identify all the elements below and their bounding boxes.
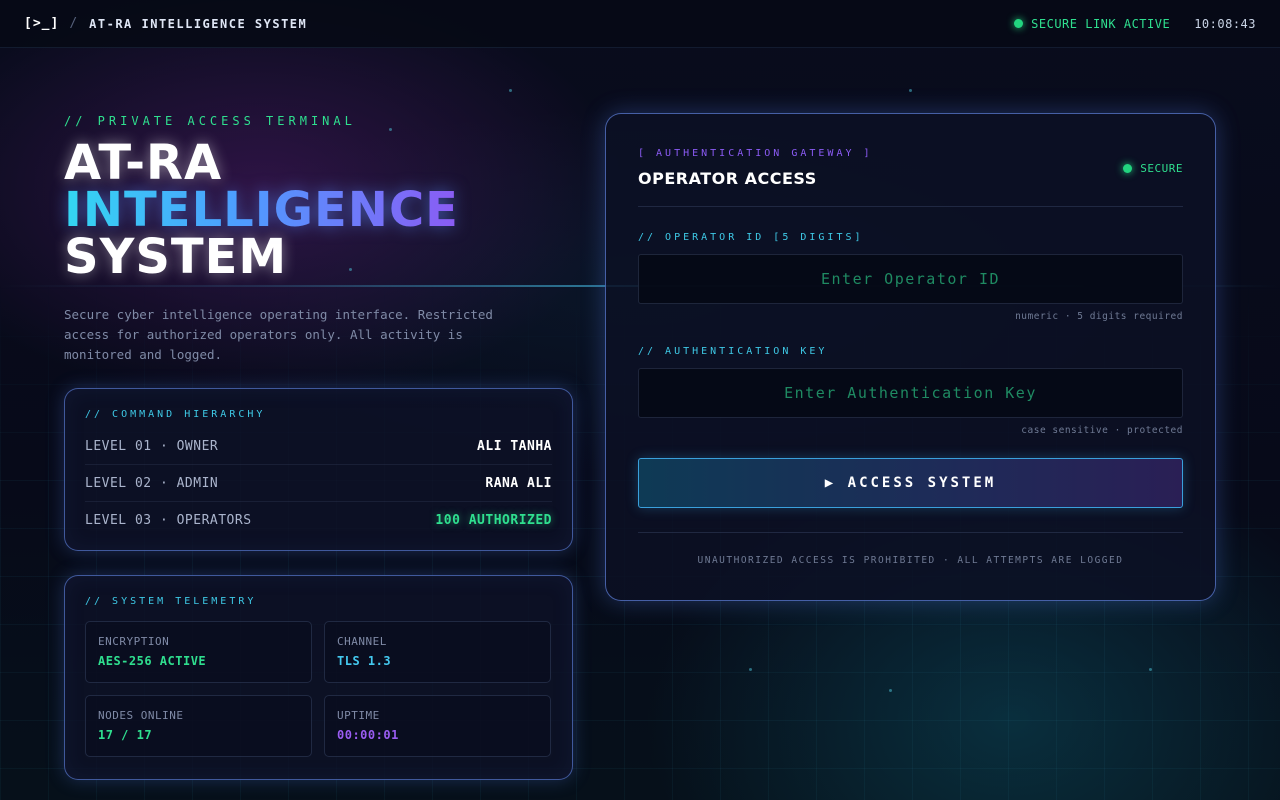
hierarchy-row: LEVEL 03 · OPERATORS 100 AUTHORIZED	[85, 502, 552, 539]
auth-footer-warning: UNAUTHORIZED ACCESS IS PROHIBITED · ALL …	[697, 555, 1124, 566]
auth-secure-label: SECURE	[1140, 162, 1183, 175]
panel-title: // COMMAND HIERARCHY	[85, 409, 266, 420]
hero-description: Secure cyber intelligence operating inte…	[64, 307, 493, 362]
hero-title-line-2: INTELLIGENCE	[64, 182, 459, 238]
telemetry-value: 00:00:01	[337, 728, 399, 742]
star-dot	[509, 89, 512, 92]
telemetry-tile: UPTIME 00:00:01	[324, 695, 551, 757]
star-dot	[749, 668, 752, 671]
auth-kicker: [ AUTHENTICATION GATEWAY ]	[638, 148, 873, 159]
hierarchy-level: LEVEL 02 · ADMIN	[85, 475, 219, 491]
star-dot	[889, 689, 892, 692]
telemetry-tile: ENCRYPTION AES-256 ACTIVE	[85, 621, 312, 683]
hierarchy-list: LEVEL 01 · OWNER ALI TANHA LEVEL 02 · AD…	[85, 428, 552, 539]
operator-id-hint: numeric · 5 digits required	[1015, 311, 1183, 322]
telemetry-value: TLS 1.3	[337, 654, 392, 668]
telemetry-tile: CHANNEL TLS 1.3	[324, 621, 551, 683]
system-clock: 10:08:43	[1194, 16, 1256, 31]
divider	[638, 206, 1183, 207]
app-title: AT-RA INTELLIGENCE SYSTEM	[89, 16, 308, 31]
hero-title: AT-RA INTELLIGENCE SYSTEM	[64, 135, 459, 285]
status-dot-icon	[1123, 164, 1133, 173]
terminal-logo-icon: [>_]	[24, 16, 60, 31]
auth-key-hint: case sensitive · protected	[1021, 425, 1183, 436]
hero-title-line-1: AT-RA	[64, 135, 223, 191]
hierarchy-value: RANA ALI	[485, 475, 552, 491]
telemetry-label: UPTIME	[337, 709, 380, 722]
system-telemetry-panel: // SYSTEM TELEMETRY ENCRYPTION AES-256 A…	[64, 575, 573, 780]
telemetry-label: CHANNEL	[337, 635, 387, 648]
command-hierarchy-panel: // COMMAND HIERARCHY LEVEL 01 · OWNER AL…	[64, 388, 573, 551]
telemetry-value: AES-256 ACTIVE	[98, 654, 207, 668]
hierarchy-value: ALI TANHA	[477, 438, 552, 454]
star-dot	[909, 89, 912, 92]
star-dot	[389, 128, 392, 131]
hero-kicker: // PRIVATE ACCESS TERMINAL	[64, 114, 356, 128]
telemetry-grid: ENCRYPTION AES-256 ACTIVE CHANNEL TLS 1.…	[85, 621, 552, 757]
telemetry-tile: NODES ONLINE 17 / 17	[85, 695, 312, 757]
operator-id-label: // OPERATOR ID [5 DIGITS]	[638, 232, 864, 243]
hero-title-line-3: SYSTEM	[64, 229, 288, 285]
star-dot	[1149, 668, 1152, 671]
telemetry-label: NODES ONLINE	[98, 709, 184, 722]
hierarchy-level: LEVEL 03 · OPERATORS	[85, 513, 252, 528]
telemetry-value: 17 / 17	[98, 728, 153, 742]
auth-key-label: // AUTHENTICATION KEY	[638, 346, 828, 357]
breadcrumb-separator: /	[69, 16, 78, 31]
hierarchy-level: LEVEL 01 · OWNER	[85, 438, 219, 454]
top-bar: [>_] / AT-RA INTELLIGENCE SYSTEM SECURE …	[0, 0, 1280, 48]
hierarchy-row: LEVEL 02 · ADMIN RANA ALI	[85, 465, 552, 502]
telemetry-label: ENCRYPTION	[98, 635, 170, 648]
auth-key-input[interactable]	[638, 368, 1183, 418]
hierarchy-row: LEVEL 01 · OWNER ALI TANHA	[85, 428, 552, 465]
secure-link-status: SECURE LINK ACTIVE	[1014, 17, 1170, 31]
secure-link-label: SECURE LINK ACTIVE	[1031, 16, 1171, 31]
authentication-panel: [ AUTHENTICATION GATEWAY ] OPERATOR ACCE…	[605, 113, 1216, 601]
hierarchy-value: 100 AUTHORIZED	[435, 513, 552, 528]
access-system-button[interactable]: ▶ ACCESS SYSTEM	[638, 458, 1183, 508]
divider	[638, 532, 1183, 533]
panel-title: // SYSTEM TELEMETRY	[85, 596, 257, 607]
operator-id-input[interactable]	[638, 254, 1183, 304]
topbar-status-area: SECURE LINK ACTIVE 10:08:43	[1014, 17, 1256, 31]
auth-title: OPERATOR ACCESS	[638, 169, 817, 188]
status-dot-icon	[1014, 19, 1024, 28]
auth-secure-badge: SECURE	[1123, 162, 1183, 175]
